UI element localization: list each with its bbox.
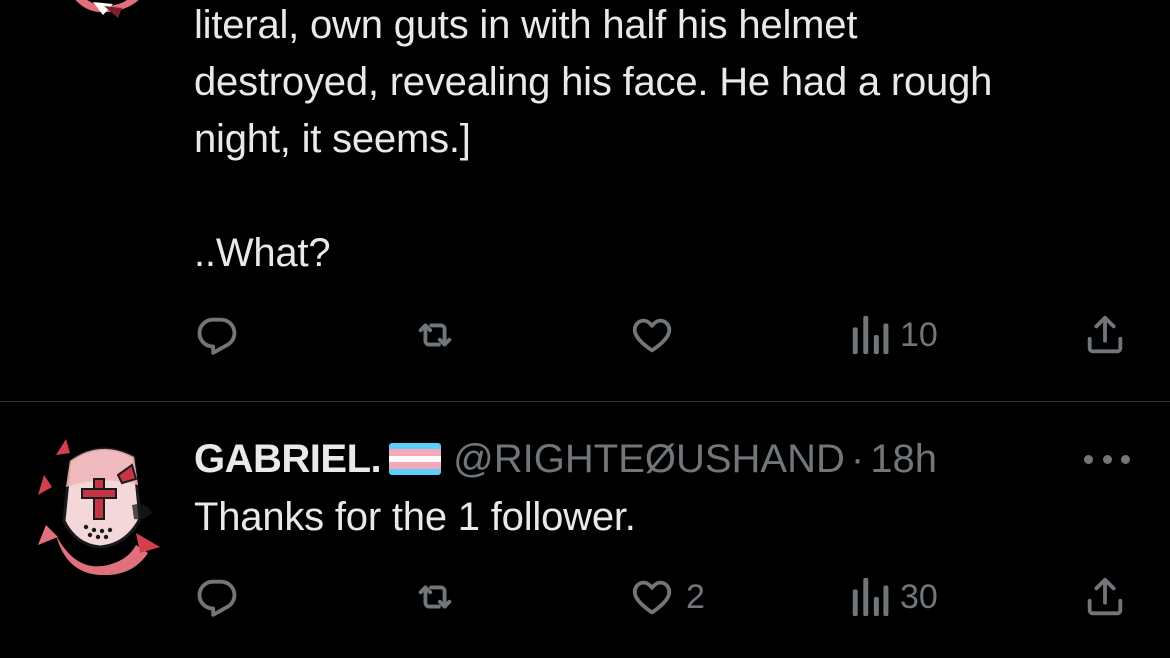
tweet-text-line: night, it seems.] — [194, 117, 471, 161]
retweet-icon — [418, 323, 452, 347]
heart-icon — [632, 318, 672, 353]
share-icon — [1087, 577, 1123, 616]
tweet-actions: 2 30 — [194, 572, 1134, 622]
tweet[interactable]: literal, own guts in with half his helme… — [0, 0, 1170, 401]
reply-icon — [197, 317, 237, 355]
like-button[interactable] — [628, 310, 686, 360]
tweet-text: literal, own guts in with half his helme… — [194, 0, 1124, 282]
reply-button[interactable] — [194, 572, 240, 622]
like-count: 2 — [686, 577, 705, 616]
reply-icon — [197, 579, 237, 617]
views-button[interactable]: 30 — [850, 572, 938, 622]
tweet-header: GABRIEL. @RIGHTEØUSHAND · 18h — [194, 431, 937, 487]
more-options-icon[interactable] — [1084, 447, 1130, 471]
retweet-icon — [418, 585, 452, 609]
like-button[interactable]: 2 — [628, 572, 705, 622]
tweet-actions: 10 — [194, 310, 1134, 360]
views-button[interactable]: 10 — [850, 310, 938, 360]
transgender-flag-icon — [389, 443, 442, 475]
share-button[interactable] — [1082, 572, 1128, 622]
username[interactable]: @RIGHTEØUSHAND — [453, 437, 845, 482]
retweet-button[interactable] — [409, 310, 461, 360]
views-icon — [852, 315, 889, 355]
retweet-button[interactable] — [409, 572, 461, 622]
reply-button[interactable] — [194, 310, 240, 360]
share-button[interactable] — [1082, 310, 1128, 360]
views-count: 10 — [900, 315, 938, 354]
heart-icon — [632, 580, 672, 615]
tweet-text-line: literal, own guts in with half his helme… — [194, 3, 858, 47]
views-count: 30 — [900, 577, 938, 616]
share-icon — [1087, 315, 1123, 354]
tweet-text-line: Thanks for the 1 follower. — [194, 495, 636, 539]
tweet-text-line: destroyed, revealing his face. He had a … — [194, 60, 993, 104]
display-name[interactable]: GABRIEL. — [194, 437, 382, 482]
separator: · — [850, 436, 865, 481]
tweet-text-line: ..What? — [194, 231, 331, 275]
avatar[interactable] — [36, 435, 166, 576]
tweet[interactable]: GABRIEL. @RIGHTEØUSHAND · 18h Thanks for… — [0, 401, 1170, 658]
avatar[interactable] — [38, 0, 158, 20]
tweet-text: Thanks for the 1 follower. — [194, 489, 1124, 546]
timestamp[interactable]: 18h — [870, 437, 937, 482]
views-icon — [852, 577, 889, 617]
